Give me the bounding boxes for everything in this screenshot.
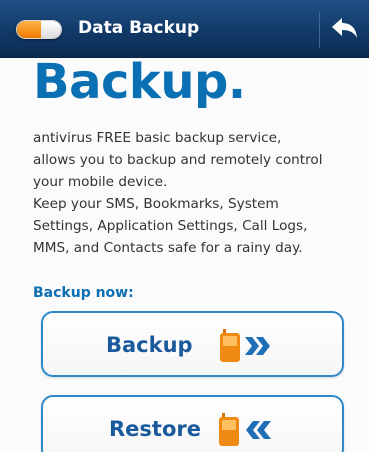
heading: Backup. — [33, 54, 246, 110]
rewind-chevrons-icon — [246, 421, 271, 439]
toggle-pill-icon[interactable] — [16, 20, 62, 39]
backup-now-label: Backup now: — [33, 285, 134, 301]
restore-button-label: Restore — [109, 417, 201, 441]
description-line: Keep your SMS, Bookmarks, System — [33, 196, 279, 212]
description-line: Settings, Application Settings, Call Log… — [33, 218, 308, 234]
forward-chevrons-icon — [245, 337, 270, 355]
header-divider — [319, 12, 320, 48]
description-line: antivirus FREE basic backup service, — [33, 130, 282, 146]
description-line: MMS, and Contacts safe for a rainy day. — [33, 240, 303, 256]
title-bar: Data Backup — [0, 0, 369, 58]
description-line: allows you to backup and remotely contro… — [33, 152, 323, 168]
phone-icon — [219, 413, 239, 446]
phone-icon — [220, 329, 240, 362]
backup-button[interactable]: Backup — [41, 311, 344, 377]
restore-button[interactable]: Restore — [41, 395, 344, 452]
description: antivirus FREE basic backup service, all… — [33, 127, 363, 259]
description-line: your mobile device. — [33, 174, 168, 190]
backup-button-label: Backup — [106, 333, 193, 357]
page-title: Data Backup — [78, 18, 200, 38]
app-screen: Data Backup Backup. antivirus FREE basic… — [0, 0, 369, 452]
back-button[interactable] — [328, 14, 360, 44]
back-arrow-icon — [332, 18, 357, 38]
